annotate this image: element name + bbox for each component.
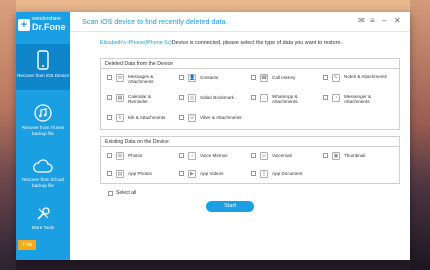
brand-name: Dr.Fone <box>32 22 66 32</box>
sidebar-item-label: Recover from iCloud backup file <box>22 177 64 188</box>
app-videos-icon: ▶ <box>188 170 196 178</box>
sidebar-item-more-tools[interactable]: More Tools <box>16 204 70 236</box>
option-label: App Photos <box>128 171 152 176</box>
photos-icon: ✿ <box>116 152 124 160</box>
title-bar: Scan iOS device to find recently deleted… <box>16 12 410 32</box>
app-document-icon: ▯ <box>260 170 268 178</box>
voicemail-icon: ∞ <box>260 152 268 160</box>
deleted-data-panel: Deleted Data from the Device ✉ Messages … <box>100 58 400 130</box>
option-label: Thumbnail <box>344 153 366 158</box>
whatsapp-checkbox[interactable] <box>251 95 256 100</box>
option-label: Call History <box>272 75 296 80</box>
option-label: App Videos <box>200 171 224 176</box>
device-name[interactable]: Elizabeth's iPhone(iPhone 6s) <box>100 40 172 46</box>
app-photos-checkbox[interactable] <box>107 171 112 176</box>
notes-checkbox[interactable] <box>323 75 328 80</box>
deleted-data-title: Deleted Data from the Device <box>101 59 399 69</box>
phone-icon <box>37 50 49 70</box>
app-videos-checkbox[interactable] <box>179 171 184 176</box>
viber-icon: ☏ <box>188 114 196 122</box>
plus-icon: + <box>18 19 30 31</box>
trial-badge[interactable]: Trial <box>18 240 36 250</box>
call-history-icon: ☎ <box>260 74 268 82</box>
notes-icon: ✎ <box>332 74 340 82</box>
contacts-checkbox[interactable] <box>179 75 184 80</box>
sidebar-item-itunes-backup[interactable]: Recover from iTunes backup file <box>16 98 70 144</box>
voice-memos-checkbox[interactable] <box>179 153 184 158</box>
kik-checkbox[interactable] <box>107 115 112 120</box>
existing-data-title: Existing Data on the Device <box>101 137 399 147</box>
app-photos-icon: ▤ <box>116 170 124 178</box>
whatsapp-icon: ◌ <box>260 94 268 102</box>
menu-icon[interactable]: ≡ <box>370 17 375 25</box>
safari-icon: ◎ <box>188 94 196 102</box>
select-all-label: Select all <box>116 190 137 196</box>
music-icon <box>34 104 52 122</box>
option-label: Kik & Attachments <box>128 115 166 120</box>
contacts-icon: 👤 <box>188 74 196 82</box>
feedback-icon[interactable]: ✉ <box>358 17 365 25</box>
minimize-button[interactable]: – <box>382 17 386 25</box>
sidebar: + wondershare Dr.Fone Recover from iOS D… <box>16 12 70 260</box>
option-label: Voicemail <box>272 153 292 158</box>
option-label: Messenger & Attachments <box>344 94 372 105</box>
option-label: WhatsApp & Attachments <box>272 94 298 105</box>
start-button[interactable]: Start <box>206 201 254 212</box>
messenger-icon: ◔ <box>332 94 340 102</box>
option-label: Notes & Attachments <box>344 74 387 79</box>
photos-checkbox[interactable] <box>107 153 112 158</box>
sidebar-item-label: More Tools <box>31 225 55 230</box>
option-label: Safari Bookmark <box>200 95 234 100</box>
option-label: Photos <box>128 153 143 158</box>
app-logo: + wondershare Dr.Fone <box>18 16 68 38</box>
sidebar-item-icloud-backup[interactable]: Recover from iCloud backup file <box>16 152 70 198</box>
sidebar-item-label: Recover from iTunes backup file <box>21 125 65 136</box>
calendar-icon: ▦ <box>116 94 124 102</box>
tools-icon <box>37 207 50 220</box>
cloud-icon <box>33 159 53 173</box>
option-label: Messages & Attachments <box>128 74 154 85</box>
kik-icon: k <box>116 114 124 122</box>
device-status: Elizabeth's iPhone(iPhone 6s)Device is c… <box>100 40 342 46</box>
thumbnail-icon: ▣ <box>332 152 340 160</box>
messages-checkbox[interactable] <box>107 75 112 80</box>
voice-memos-icon: ♪ <box>188 152 196 160</box>
close-button[interactable]: ✕ <box>394 17 401 25</box>
status-message: Device is connected, please select the t… <box>171 40 342 46</box>
voicemail-checkbox[interactable] <box>251 153 256 158</box>
app-window: Scan iOS device to find recently deleted… <box>16 12 410 260</box>
existing-data-panel: Existing Data on the Device ✿ Photos ♪ V… <box>100 136 400 184</box>
option-label: App Document <box>272 171 303 176</box>
window-title: Scan iOS device to find recently deleted… <box>82 17 228 26</box>
sidebar-item-ios-device[interactable]: Recover from iOS Device <box>16 44 70 90</box>
option-label: Viber & Attachments <box>200 115 242 120</box>
call-history-checkbox[interactable] <box>251 75 256 80</box>
safari-checkbox[interactable] <box>179 95 184 100</box>
desktop-wallpaper-right <box>410 0 430 270</box>
calendar-checkbox[interactable] <box>107 95 112 100</box>
select-all-checkbox[interactable] <box>108 191 113 196</box>
sidebar-item-label: Recover from iOS Device <box>17 73 69 78</box>
app-document-checkbox[interactable] <box>251 171 256 176</box>
messages-icon: ✉ <box>116 74 124 82</box>
option-label: Contacts <box>200 75 219 80</box>
option-label: Calendar & Reminder <box>128 94 151 105</box>
option-label: Voice Memos <box>200 153 228 158</box>
viber-checkbox[interactable] <box>179 115 184 120</box>
desktop-wallpaper-left <box>0 0 16 270</box>
thumbnail-checkbox[interactable] <box>323 153 328 158</box>
messenger-checkbox[interactable] <box>323 95 328 100</box>
